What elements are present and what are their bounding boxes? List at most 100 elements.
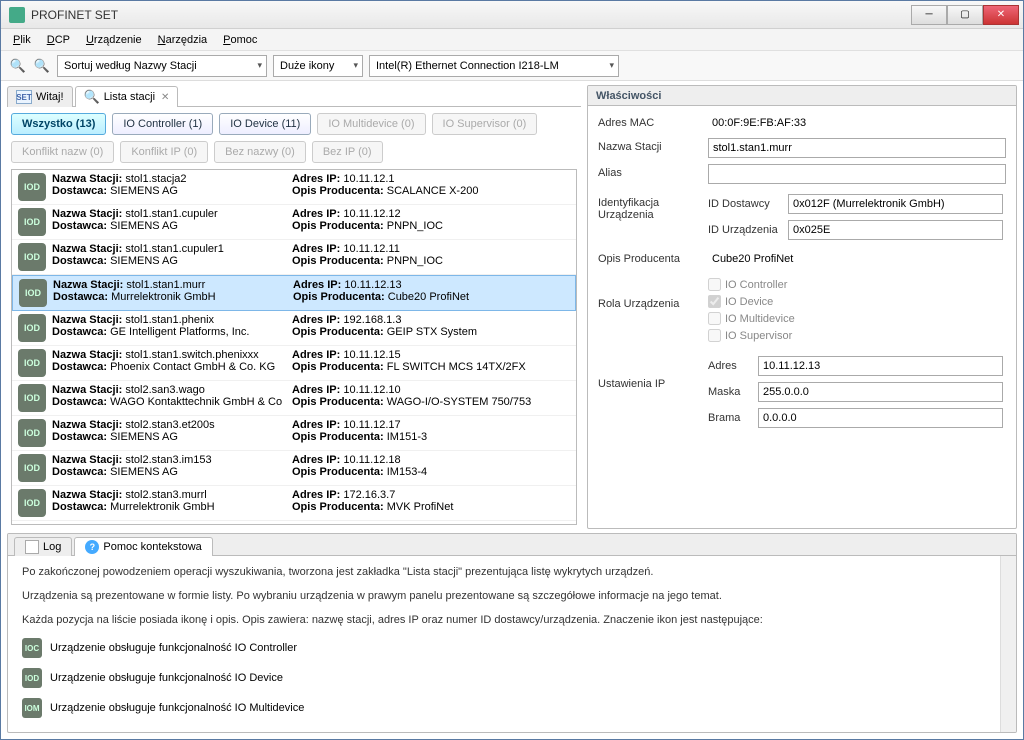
ip-mask-input[interactable] (758, 382, 1003, 402)
help-text: Po zakończonej powodzeniem operacji wysz… (22, 566, 1002, 578)
help-icon: ? (85, 540, 99, 554)
alias-label: Alias (598, 164, 708, 179)
filter-io-multidevice: IO Multidevice (0) (317, 113, 425, 135)
station-row[interactable]: IODNazwa Stacji: stol2.stan3.murrpDostaw… (12, 521, 576, 525)
station-row[interactable]: IODNazwa Stacji: stol1.stacja2Dostawca: … (12, 170, 576, 205)
legend-item: IOMUrządzenie obsługuje funkcjonalność I… (22, 698, 1002, 718)
filter-name-conflict: Konflikt nazw (0) (11, 141, 114, 163)
role-io-device-checkbox (708, 295, 721, 308)
properties-panel: Właściwości Adres MAC00:0F:9E:FB:AF:33 N… (587, 85, 1017, 529)
station-row[interactable]: IODNazwa Stacji: stol1.stan1.cupulerDost… (12, 205, 576, 240)
minimize-button[interactable]: ─ (911, 5, 947, 25)
tab-welcome[interactable]: SETWitaj! (7, 86, 73, 107)
document-icon (25, 540, 39, 554)
menu-dcp[interactable]: DCP (41, 32, 76, 48)
help-content: Po zakończonej powodzeniem operacji wysz… (8, 556, 1016, 732)
iconsize-dropdown[interactable]: Duże ikony (273, 55, 363, 77)
station-list[interactable]: IODNazwa Stacji: stol1.stacja2Dostawca: … (11, 169, 577, 525)
filter-io-supervisor: IO Supervisor (0) (432, 113, 538, 135)
close-icon[interactable]: ✕ (161, 92, 169, 103)
ip-gateway-label: Brama (708, 412, 758, 424)
ip-address-input[interactable] (758, 356, 1003, 376)
tab-context-help[interactable]: ?Pomoc kontekstowa (74, 537, 212, 556)
prod-desc-label: Opis Producenta (598, 250, 708, 265)
device-ident-label: Identyfikacja Urządzenia (598, 194, 708, 221)
station-row[interactable]: IODNazwa Stacji: stol2.san3.wagoDostawca… (12, 381, 576, 416)
properties-title: Właściwości (588, 86, 1016, 106)
nic-dropdown[interactable]: Intel(R) Ethernet Connection I218-LM (369, 55, 619, 77)
station-row[interactable]: IODNazwa Stacji: stol1.stan1.cupuler1Dos… (12, 240, 576, 275)
device-id-value (788, 220, 1003, 240)
station-row[interactable]: IODNazwa Stacji: stol1.stan1.murrDostawc… (12, 275, 576, 311)
menu-pomoc[interactable]: Pomoc (217, 32, 263, 48)
mac-value: 00:0F:9E:FB:AF:33 (708, 114, 1006, 132)
tab-station-list[interactable]: 🔍Lista stacji✕ (75, 86, 179, 107)
alias-input[interactable] (708, 164, 1006, 184)
help-text: Każda pozycja na liście posiada ikonę i … (22, 614, 1002, 626)
ip-mask-label: Maska (708, 386, 758, 398)
station-row[interactable]: IODNazwa Stacji: stol1.stan1.phenixDosta… (12, 311, 576, 346)
legend-item: IOCUrządzenie obsługuje funkcjonalność I… (22, 638, 1002, 658)
toolbar: 🔍 🔍 Sortuj według Nazwy Stacji Duże ikon… (1, 51, 1023, 81)
iod-icon: IOD (18, 314, 46, 342)
menu-bar: Plik DCP Urządzenie Narzędzia Pomoc (1, 29, 1023, 51)
mac-label: Adres MAC (598, 114, 708, 129)
titlebar: PROFINET SET ─ ▢ ✕ (1, 1, 1023, 29)
set-icon: SET (16, 90, 32, 104)
iom-icon: IOM (22, 698, 42, 718)
filter-all[interactable]: Wszystko (13) (11, 113, 106, 135)
iod-icon: IOD (18, 384, 46, 412)
close-button[interactable]: ✕ (983, 5, 1019, 25)
search-icon: 🔍 (84, 89, 100, 105)
iod-icon: IOD (18, 208, 46, 236)
station-row[interactable]: IODNazwa Stacji: stol2.stan3.et200sDosta… (12, 416, 576, 451)
iod-icon: IOD (18, 489, 46, 517)
menu-narzedzia[interactable]: Narzędzia (152, 32, 214, 48)
bottom-panel: Log ?Pomoc kontekstowa Po zakończonej po… (7, 533, 1017, 733)
ioc-icon: IOC (22, 638, 42, 658)
filter-no-ip: Bez IP (0) (312, 141, 383, 163)
sort-dropdown[interactable]: Sortuj według Nazwy Stacji (57, 55, 267, 77)
refresh-search-icon[interactable]: 🔍 (33, 57, 51, 75)
filter-bar: Wszystko (13) IO Controller (1) IO Devic… (7, 107, 581, 167)
iod-icon: IOD (18, 349, 46, 377)
iod-icon: IOD (18, 173, 46, 201)
filter-ip-conflict: Konflikt IP (0) (120, 141, 208, 163)
left-tabs: SETWitaj! 🔍Lista stacji✕ (7, 85, 581, 107)
scrollbar[interactable] (1000, 556, 1016, 732)
help-text: Urządzenia są prezentowane w formie list… (22, 590, 1002, 602)
window-title: PROFINET SET (31, 8, 911, 22)
filter-io-device[interactable]: IO Device (11) (219, 113, 311, 135)
vendor-id-value (788, 194, 1003, 214)
legend-item: IODUrządzenie obsługuje funkcjonalność I… (22, 668, 1002, 688)
role-io-supervisor-checkbox (708, 329, 721, 342)
left-panel: SETWitaj! 🔍Lista stacji✕ Wszystko (13) I… (7, 85, 581, 529)
prod-desc-value: Cube20 ProfiNet (708, 250, 1006, 268)
station-row[interactable]: IODNazwa Stacji: stol2.stan3.murrlDostaw… (12, 486, 576, 521)
ip-gateway-input[interactable] (758, 408, 1003, 428)
station-row[interactable]: IODNazwa Stacji: stol2.stan3.im153Dostaw… (12, 451, 576, 486)
device-id-label: ID Urządzenia (708, 224, 788, 236)
menu-urzadzenie[interactable]: Urządzenie (80, 32, 148, 48)
menu-plik[interactable]: Plik (7, 32, 37, 48)
station-row[interactable]: IODNazwa Stacji: stol1.stan1.switch.phen… (12, 346, 576, 381)
station-name-input[interactable] (708, 138, 1006, 158)
iod-icon: IOD (18, 454, 46, 482)
iod-icon: IOD (19, 279, 47, 307)
role-io-controller-checkbox (708, 278, 721, 291)
vendor-id-label: ID Dostawcy (708, 198, 788, 210)
app-icon (9, 7, 25, 23)
filter-io-controller[interactable]: IO Controller (1) (112, 113, 213, 135)
ip-settings-label: Ustawienia IP (598, 356, 708, 390)
tab-log[interactable]: Log (14, 537, 72, 556)
search-icon[interactable]: 🔍 (9, 57, 27, 75)
iod-icon: IOD (22, 668, 42, 688)
station-name-label: Nazwa Stacji (598, 138, 708, 153)
maximize-button[interactable]: ▢ (947, 5, 983, 25)
iod-icon: IOD (18, 524, 46, 525)
role-io-multidevice-checkbox (708, 312, 721, 325)
app-window: PROFINET SET ─ ▢ ✕ Plik DCP Urządzenie N… (0, 0, 1024, 740)
filter-no-name: Bez nazwy (0) (214, 141, 306, 163)
device-role-label: Rola Urządzenia (598, 278, 708, 310)
window-buttons: ─ ▢ ✕ (911, 5, 1019, 25)
